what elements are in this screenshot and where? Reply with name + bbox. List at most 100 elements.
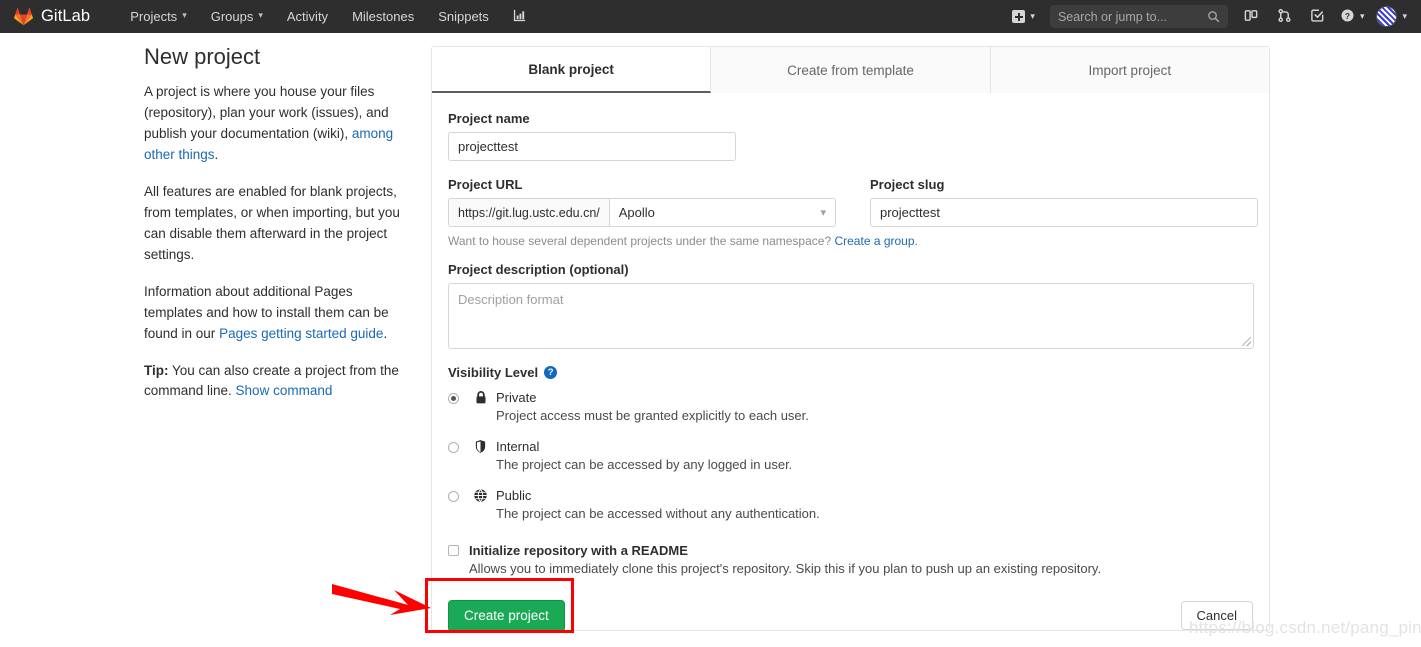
initialize-readme-row[interactable]: Initialize repository with a README Allo… (448, 542, 1253, 578)
gitlab-new-project-page: GitLab Projects ▾ Groups ▾ Activity Mile… (0, 0, 1421, 647)
visibility-private-title: Private (496, 390, 537, 405)
namespace-selected-value: Apollo (618, 205, 655, 220)
new-project-panel: Blank project Create from template Impor… (431, 46, 1270, 632)
project-url-prefix: https://git.lug.ustc.edu.cn/ (448, 198, 609, 227)
page-title: New project (144, 44, 261, 69)
issues-board-icon (1244, 8, 1259, 26)
project-slug-input[interactable]: projecttest (870, 198, 1258, 227)
todos-checkmark-icon (1310, 8, 1325, 26)
gitlab-tanuki-logo-icon (14, 7, 33, 26)
visibility-radio-internal[interactable] (448, 442, 459, 453)
question-circle-icon: ? (1340, 8, 1355, 26)
visibility-option-public[interactable]: Public The project can be accessed witho… (448, 487, 1253, 523)
nav-item-groups[interactable]: Groups ▾ (199, 0, 275, 33)
namespace-hint-text: Want to house several dependent projects… (448, 234, 835, 248)
initialize-readme-checkbox[interactable] (448, 545, 459, 556)
search-placeholder: Search or jump to... (1057, 9, 1168, 24)
tip-label: Tip: (144, 362, 169, 378)
nav-item-projects[interactable]: Projects ▾ (118, 0, 199, 33)
nav-item-analytics[interactable] (501, 0, 538, 33)
merge-request-icon (1277, 8, 1292, 26)
tab-create-from-template[interactable]: Create from template (711, 47, 991, 93)
project-url-label: Project URL (448, 177, 523, 192)
lock-icon (472, 390, 489, 405)
new-project-form: Project name projecttest Project URL htt… (432, 93, 1269, 647)
search-input[interactable]: Search or jump to... (1049, 5, 1228, 28)
initialize-readme-body: Initialize repository with a README Allo… (469, 542, 1101, 578)
navbar-right-section: ▾ Search or jump to... ? ▾ ▾ (1004, 0, 1415, 33)
visibility-public-body: Public The project can be accessed witho… (496, 487, 820, 523)
visibility-help-icon[interactable]: ? (544, 366, 558, 379)
visibility-internal-body: Internal The project can be accessed by … (496, 438, 792, 474)
tab-import-project[interactable]: Import project (990, 47, 1269, 93)
namespace-select[interactable]: Apollo ▾ (608, 198, 836, 227)
url-and-slug-row: Project URL https://git.lug.ustc.edu.cn/… (448, 177, 1258, 227)
arrow-annotation (330, 578, 434, 627)
project-name-input[interactable]: projecttest (448, 132, 736, 161)
visibility-radio-private[interactable] (448, 393, 459, 404)
tab-blank-project[interactable]: Blank project (432, 47, 712, 93)
cancel-button[interactable]: Cancel (1180, 601, 1253, 631)
nav-item-snippets[interactable]: Snippets (426, 0, 501, 33)
nav-item-milestones[interactable]: Milestones (340, 0, 426, 33)
merge-requests-button[interactable] (1268, 0, 1301, 33)
tab-create-from-template-label: Create from template (787, 62, 914, 78)
create-a-group-link[interactable]: Create a group. (834, 234, 917, 248)
resize-handle-icon[interactable] (1242, 337, 1251, 346)
chevron-down-icon: ▾ (258, 10, 263, 20)
desc-p3-text-b: . (383, 325, 388, 341)
svg-text:?: ? (1345, 10, 1350, 20)
project-description-label: Project description (optional) (448, 262, 629, 277)
chart-analytics-icon (512, 8, 527, 26)
description-tip: Tip: You can also create a project from … (144, 361, 412, 403)
nav-item-snippets-label: Snippets (438, 9, 489, 24)
chevron-down-icon: ▾ (182, 10, 187, 20)
namespace-hint: Want to house several dependent projects… (448, 234, 1253, 248)
top-navbar: GitLab Projects ▾ Groups ▾ Activity Mile… (0, 0, 1421, 33)
chevron-down-icon: ▾ (1359, 11, 1365, 21)
project-url-field: https://git.lug.ustc.edu.cn/ Apollo ▾ (448, 198, 836, 227)
user-menu-button[interactable]: ▾ (1368, 0, 1415, 33)
visibility-option-private[interactable]: Private Project access must be granted e… (448, 389, 1253, 425)
nav-item-activity[interactable]: Activity (275, 0, 340, 33)
form-actions: Create project Cancel (448, 600, 1253, 647)
nav-item-activity-label: Activity (286, 9, 329, 24)
navbar-menu: Projects ▾ Groups ▾ Activity Milestones … (118, 0, 538, 33)
visibility-private-body: Private Project access must be granted e… (496, 389, 809, 425)
visibility-level-label: Visibility Level ? (448, 365, 1253, 380)
project-name-value: projecttest (458, 139, 518, 154)
visibility-public-title: Public (496, 488, 532, 503)
issues-board-button[interactable] (1235, 0, 1268, 33)
pages-getting-started-guide-link[interactable]: Pages getting started guide (219, 326, 383, 341)
visibility-option-internal[interactable]: Internal The project can be accessed by … (448, 438, 1253, 474)
description-paragraph-3: Information about additional Pages templ… (144, 282, 412, 345)
avatar (1376, 6, 1398, 27)
visibility-internal-description: The project can be accessed by any logge… (496, 457, 793, 472)
visibility-internal-title: Internal (496, 439, 540, 454)
help-button[interactable]: ? ▾ (1334, 0, 1369, 33)
project-description-placeholder: Description format (458, 292, 564, 307)
visibility-radio-public[interactable] (448, 491, 459, 502)
project-url-group: Project URL https://git.lug.ustc.edu.cn/… (448, 177, 836, 227)
desc-p1-text-b: . (214, 147, 219, 163)
project-slug-label: Project slug (870, 177, 945, 192)
todos-button[interactable] (1301, 0, 1334, 33)
plus-square-icon (1012, 10, 1026, 23)
chevron-down-icon: ▾ (1402, 11, 1407, 21)
nav-item-projects-label: Projects (130, 9, 178, 24)
visibility-level-text: Visibility Level (448, 365, 539, 380)
project-description-textarea[interactable]: Description format (448, 283, 1254, 349)
project-slug-group: Project slug projecttest (870, 177, 1258, 227)
create-new-button[interactable]: ▾ (1004, 0, 1043, 33)
show-command-link[interactable]: Show command (236, 383, 333, 398)
initialize-readme-label: Initialize repository with a README (469, 543, 688, 558)
visibility-private-description: Project access must be granted explicitl… (496, 408, 809, 423)
search-icon (1207, 10, 1220, 26)
gitlab-brand-text: GitLab (41, 7, 91, 25)
create-project-button[interactable]: Create project (448, 600, 565, 632)
description-paragraph-2: All features are enabled for blank proje… (144, 184, 400, 262)
nav-item-milestones-label: Milestones (352, 9, 415, 24)
navbar-left-section: GitLab Projects ▾ Groups ▾ Activity Mile… (0, 0, 538, 33)
project-slug-value: projecttest (880, 205, 940, 220)
gitlab-home-link[interactable]: GitLab (0, 7, 96, 26)
